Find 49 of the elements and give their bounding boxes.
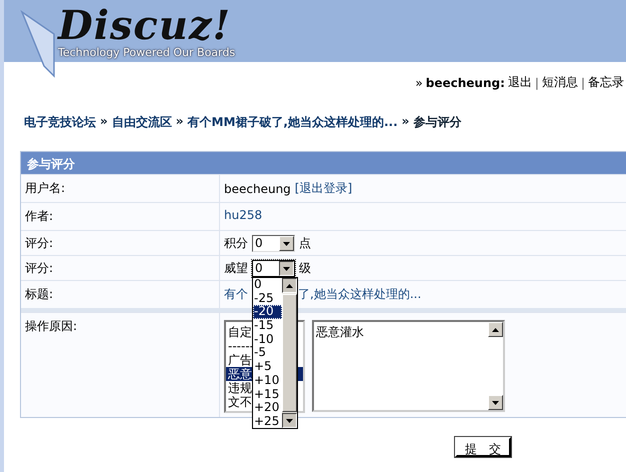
breadcrumb-separator: » <box>402 114 410 130</box>
breadcrumb-link[interactable]: 有个MM裙子破了,她当众这样处理的... <box>188 114 398 131</box>
logo-tagline: Technology Powered Our Boards <box>58 46 236 59</box>
logo-swoosh-icon <box>20 10 55 78</box>
field-label: 操作原因: <box>21 313 220 417</box>
dropdown-option[interactable]: +15 <box>253 388 282 402</box>
select-prefix: 积分 <box>224 235 248 252</box>
reason-textarea[interactable]: 恶意灌水 <box>312 320 505 412</box>
dropdown-option[interactable]: 0 <box>253 278 282 292</box>
scrollbar-thumb[interactable] <box>282 294 297 412</box>
select-suffix: 级 <box>299 260 311 277</box>
dropdown-option[interactable]: -25 <box>253 292 282 306</box>
breadcrumb-link[interactable]: 电子竞技论坛 <box>24 114 96 131</box>
breadcrumb-separator: » <box>100 114 108 130</box>
username: beecheung: <box>426 76 505 90</box>
dropdown-option[interactable]: +10 <box>253 374 282 388</box>
thread-title-link[interactable]: 了,她当众这样处理的... <box>298 286 422 303</box>
header-link[interactable]: 短消息 <box>542 74 578 91</box>
header-link[interactable]: 备忘录 <box>588 74 624 91</box>
panel-title: 参与评分 <box>21 152 626 174</box>
scroll-up-icon <box>286 284 293 288</box>
select-suffix: 点 <box>299 235 311 252</box>
header-link[interactable]: 退出 <box>508 74 532 91</box>
username-text: beecheung <box>224 182 291 196</box>
thread-title-link[interactable]: 有个 <box>224 286 248 303</box>
dropdown-option[interactable]: +5 <box>253 360 282 374</box>
submit-button[interactable]: 提 交 <box>455 437 511 457</box>
breadcrumb-separator: » <box>176 114 184 130</box>
separator-text: | <box>580 76 585 90</box>
author-link[interactable]: hu258 <box>224 208 262 222</box>
breadcrumb-current: 参与评分 <box>413 114 462 131</box>
dropdown-option[interactable]: -15 <box>253 319 282 333</box>
dropdown-option[interactable]: +20 <box>253 401 282 415</box>
dropdown-option[interactable]: -5 <box>253 346 282 360</box>
dropdown-arrow-icon <box>283 266 290 270</box>
scroll-up-icon <box>492 328 499 332</box>
value-dropdown[interactable]: 0 <box>252 235 295 252</box>
logout-link[interactable]: [退出登录] <box>294 180 352 197</box>
field-label: 标题: <box>21 281 220 308</box>
logo-text: Discuz! <box>58 2 232 49</box>
select-prefix: 威望 <box>224 260 248 277</box>
arrow-marker: » <box>415 76 423 90</box>
scroll-down-icon <box>492 400 499 404</box>
dropdown-arrow-icon <box>283 242 290 246</box>
dropdown-option[interactable]: -20 <box>253 305 282 320</box>
breadcrumb-link[interactable]: 自由交流区 <box>112 114 172 131</box>
dropdown-option[interactable]: -10 <box>253 332 282 346</box>
separator-text: | <box>534 76 539 90</box>
dropdown-option[interactable]: +25 <box>253 414 282 429</box>
